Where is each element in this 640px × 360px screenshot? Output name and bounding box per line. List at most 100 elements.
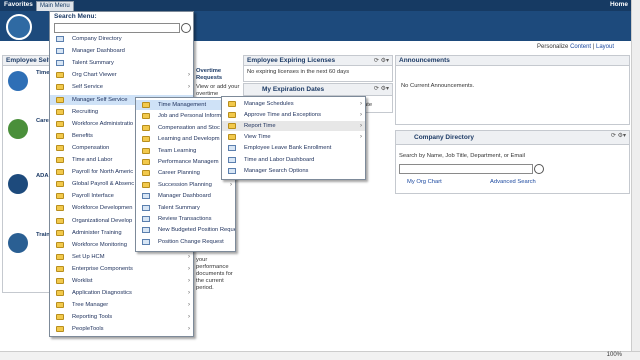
training-icon[interactable] [8,233,28,253]
folder-icon [56,132,64,139]
menu-item-employee-leave-bank-enrollment[interactable]: Employee Leave Bank Enrollment [222,143,365,153]
folder-icon [56,120,64,127]
employee-self-service-pagelet: Employee Self Time Care ADA Train [2,55,54,293]
chevron-right-icon: › [188,278,190,284]
menu-item-self-service[interactable]: Self Service › [50,82,193,92]
folder-icon [56,253,64,260]
timesheet-icon[interactable] [8,71,28,91]
top-navigation-bar: Favorites Main Menu Home [0,0,640,12]
menu-item-peopletools[interactable]: PeopleTools › [50,324,193,334]
vertical-scrollbar[interactable] [631,0,640,352]
time-management-submenu: Manage Schedules › Approve Time and Except… [221,96,366,180]
document-icon [228,145,236,152]
menu-item-talent-summary[interactable]: Talent Summary [136,203,235,213]
folder-icon [56,144,64,151]
career-icon[interactable] [8,119,28,139]
pagelet-title: Employee Self [3,56,53,66]
chevron-right-icon: › [360,101,362,107]
chevron-right-icon: › [188,290,190,297]
pagelet-title: Announcements [396,56,629,66]
chevron-right-icon: › [188,302,190,309]
directory-search-input[interactable] [399,164,533,174]
my-org-chart-link[interactable]: My Org Chart [407,179,442,186]
search-icon[interactable] [181,23,191,33]
folder-icon [228,112,236,119]
chevron-right-icon: › [188,72,190,79]
menu-item-time-and-labor-dashboard[interactable]: Time and Labor Dashboard [222,155,365,165]
document-icon [56,36,64,42]
status-bar: 100% [0,351,640,360]
folder-icon [56,181,64,188]
menu-item-talent-summary[interactable]: Talent Summary [50,58,193,68]
menu-item-review-transactions[interactable]: Review Transactions [136,214,235,224]
accessibility-icon[interactable] [8,174,28,194]
menu-item-reporting-tools[interactable]: Reporting Tools › [50,312,193,322]
folder-icon [56,96,64,103]
folder-icon [142,147,150,154]
pagelet-title: Employee Expiring Licenses [244,56,392,66]
menu-item-manager-dashboard[interactable]: Manager Dashboard [136,191,235,201]
search-icon[interactable] [534,164,544,174]
personalize-content-link[interactable]: Content [570,44,591,50]
menu-item-set-up-hcm[interactable]: Set Up HCM › [50,252,193,262]
folder-icon [56,290,64,297]
menu-item-tree-manager[interactable]: Tree Manager › [50,300,193,310]
menu-item-succession-planning[interactable]: Succession Planning › [136,180,235,190]
chevron-right-icon: › [188,84,190,91]
menu-item-enterprise-components[interactable]: Enterprise Components › [50,264,193,274]
expiring-licenses-pagelet: Employee Expiring Licenses ⟳ ⚙▾ No expir… [243,55,393,82]
folder-icon [56,157,64,163]
folder-icon [228,134,236,141]
document-icon [56,48,64,55]
menu-item-application-diagnostics[interactable]: Application Diagnostics › [50,288,193,298]
menu-item-org-chart-viewer[interactable]: Org Chart Viewer › [50,70,193,80]
folder-icon [56,302,64,309]
folder-icon [142,136,150,143]
folder-icon [56,84,64,91]
folder-icon [56,108,64,115]
chevron-right-icon: › [360,134,362,141]
document-icon [142,193,150,200]
document-icon [56,60,64,67]
favorites-menu[interactable]: Favorites [4,1,33,8]
pagelet-title: My Expiration Dates [244,84,392,96]
folder-icon [142,113,150,120]
refresh-icon[interactable]: ⟳ ⚙▾ [374,85,389,92]
search-menu-input[interactable] [54,23,180,33]
menu-item-worklist[interactable]: Worklist › [50,276,193,286]
chevron-right-icon: › [188,253,190,260]
home-link[interactable]: Home [610,1,628,8]
chevron-right-icon: › [230,181,232,188]
menu-item-manager-search-options[interactable]: Manager Search Options [222,166,365,176]
personalize-layout-link[interactable]: Layout [596,44,614,50]
menu-item-manager-dashboard[interactable]: Manager Dashboard [50,46,193,56]
document-icon [142,204,150,211]
pagelet-title: Company Directory [396,131,629,145]
folder-icon [142,102,150,108]
menu-item-report-time[interactable]: Report Time › [222,121,365,132]
menu-item-position-change-request[interactable]: Position Change Request [136,237,235,247]
folder-icon [56,217,64,224]
folder-icon [56,241,64,248]
folder-icon [56,265,64,272]
menu-item-manage-schedules[interactable]: Manage Schedules › [222,99,365,109]
company-directory-pagelet: Company Directory ⟳ ⚙▾ Search by Name, J… [395,130,630,194]
overtime-requests-title[interactable]: Overtime Requests [196,68,240,82]
chevron-right-icon: › [188,326,190,333]
refresh-icon[interactable]: ⟳ ⚙▾ [611,132,626,139]
document-icon [142,238,150,245]
menu-item-new-budgeted-position-request[interactable]: New Budgeted Position Request [136,225,235,235]
performance-desc: your performance documents for the curre… [196,257,233,291]
zoom-level: 100% [606,352,622,358]
menu-item-view-time[interactable]: View Time › [222,132,365,142]
menu-item-company-directory[interactable]: Company Directory [50,34,193,44]
folder-icon [142,124,150,131]
advanced-search-link[interactable]: Advanced Search [490,179,536,186]
folder-icon [228,101,236,107]
expiring-body: No expiring licenses in the next 60 days [247,69,350,75]
logo [6,14,32,40]
folder-icon [56,278,64,284]
menu-item-approve-time-and-exceptions[interactable]: Approve Time and Exceptions › [222,110,365,120]
folder-icon [56,205,64,212]
refresh-icon[interactable]: ⟳ ⚙▾ [374,57,389,64]
